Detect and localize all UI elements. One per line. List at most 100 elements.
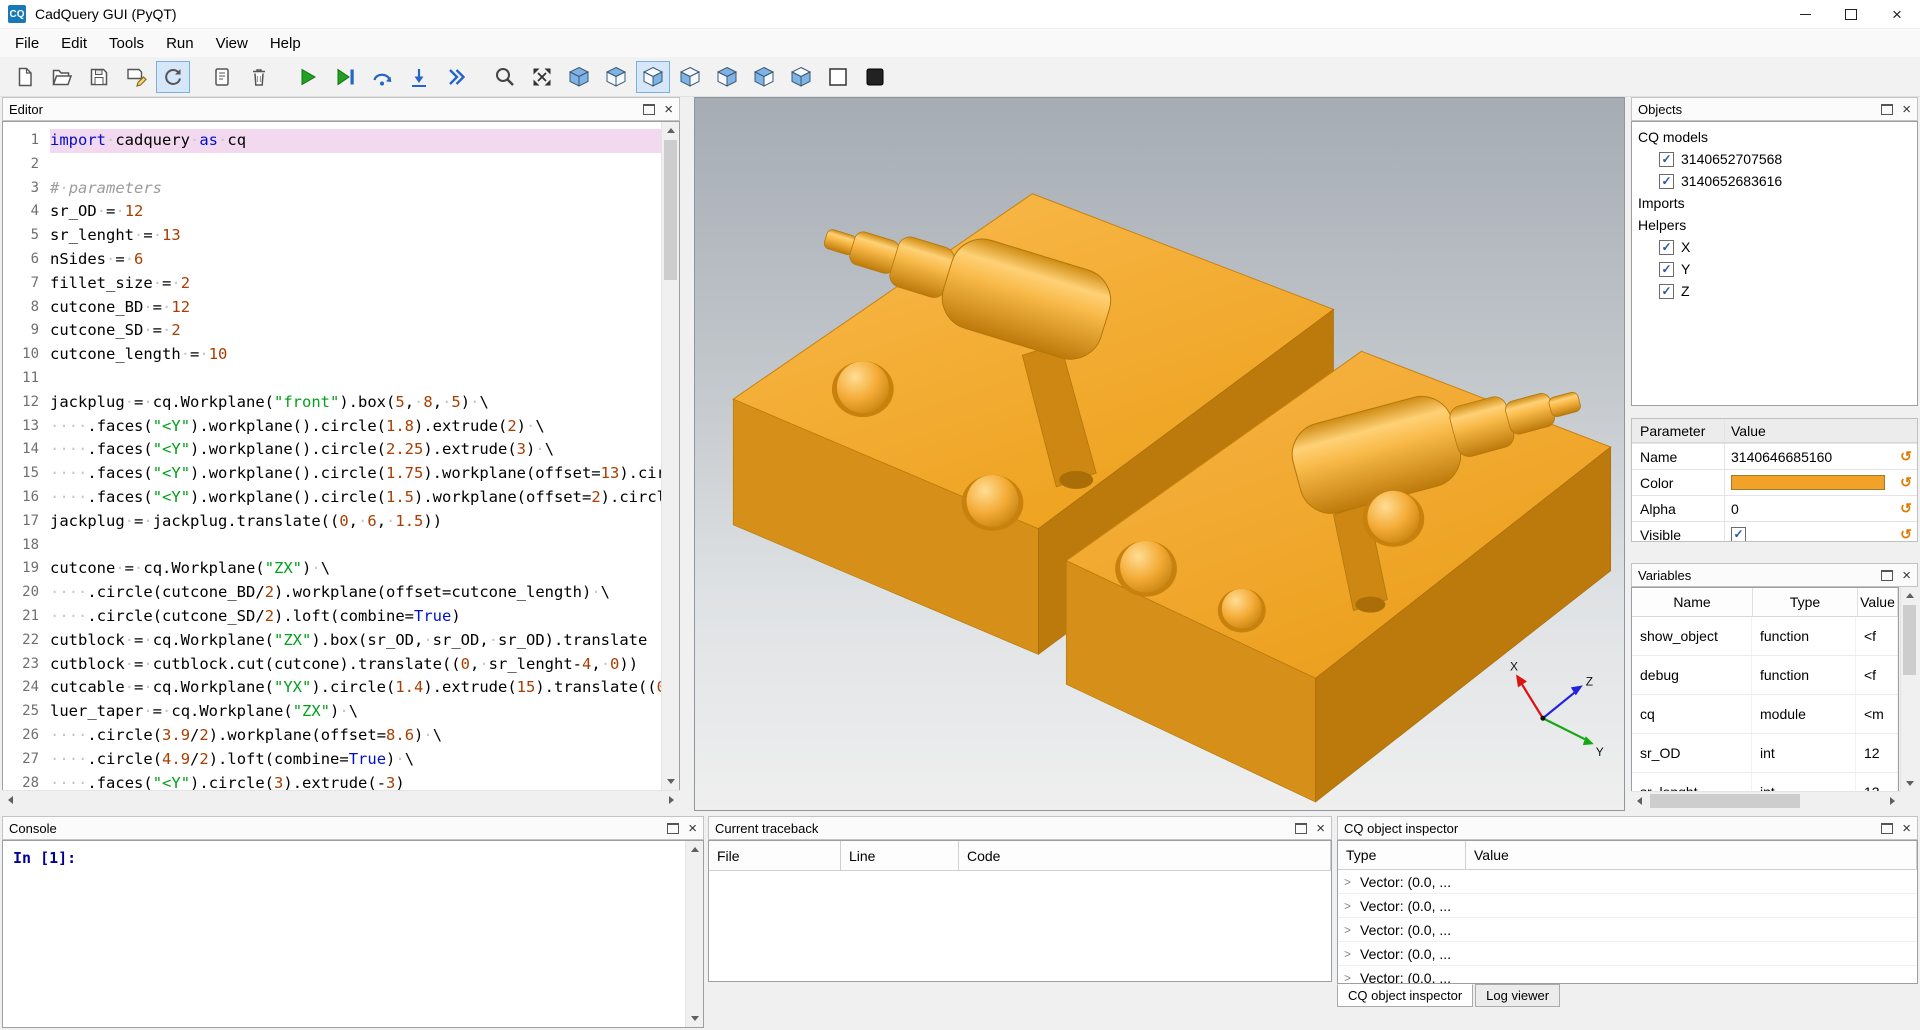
variable-row-debug[interactable]: debugfunction<f [1632, 656, 1898, 695]
code-line[interactable]: 13····.faces("<Y").workplane().circle(1.… [3, 415, 662, 439]
zoom-button[interactable] [488, 61, 522, 93]
view-front-button[interactable] [673, 61, 707, 93]
reset-property-icon[interactable] [1895, 522, 1917, 542]
tree-item-3140652707568[interactable]: 3140652707568 [1632, 148, 1917, 170]
inspector-table-header[interactable]: TypeValue [1338, 841, 1917, 870]
menu-help[interactable]: Help [259, 31, 312, 56]
reset-property-icon[interactable] [1895, 496, 1917, 521]
tree-item-3140652683616[interactable]: 3140652683616 [1632, 170, 1917, 192]
code-line[interactable]: 18 [3, 534, 662, 558]
code-line[interactable]: 16····.faces("<Y").workplane().circle(1.… [3, 486, 662, 510]
checkbox[interactable] [1659, 240, 1674, 255]
tree-item-y[interactable]: Y [1632, 258, 1917, 280]
close-panel-icon[interactable] [1902, 102, 1911, 117]
property-value[interactable]: 0 [1725, 496, 1895, 521]
variable-row-sr_OD[interactable]: sr_ODint12 [1632, 734, 1898, 773]
minimize-button[interactable] [1782, 0, 1828, 29]
scroll-down-arrow[interactable] [686, 1010, 703, 1027]
variables-vertical-scrollbar[interactable] [1900, 587, 1918, 792]
fit-view-button[interactable] [525, 61, 559, 93]
objects-tree[interactable]: CQ models31406527075683140652683616Impor… [1631, 121, 1918, 406]
code-editor[interactable]: 1import·cadquery·as·cq23#·parameters4sr_… [2, 121, 680, 791]
float-panel-icon[interactable] [1295, 823, 1307, 834]
debug-run-button[interactable] [328, 61, 362, 93]
code-line[interactable]: 3#·parameters [3, 177, 662, 201]
console-vertical-scrollbar[interactable] [685, 841, 703, 1027]
scroll-down-arrow[interactable] [662, 773, 679, 790]
shaded-button[interactable] [858, 61, 892, 93]
inspector-row[interactable]: Vector: (0.0, ... [1338, 918, 1917, 942]
code-line[interactable]: 12jackplug·=·cq.Workplane("front").box(5… [3, 391, 662, 415]
open-file-button[interactable] [45, 61, 79, 93]
delete-button[interactable] [242, 61, 276, 93]
view-top-button[interactable] [599, 61, 633, 93]
step-into-button[interactable] [402, 61, 436, 93]
clear-button[interactable] [205, 61, 239, 93]
scroll-left-arrow[interactable] [2, 791, 19, 808]
wireframe-button[interactable] [821, 61, 855, 93]
inspector-column-type[interactable]: Type [1338, 841, 1466, 869]
code-line[interactable]: 25luer_taper·=·cq.Workplane("ZX")·\ [3, 700, 662, 724]
property-row-name[interactable]: Name3140646685160 [1632, 443, 1917, 469]
properties-table[interactable]: ParameterValueName3140646685160ColorAlph… [1631, 418, 1918, 542]
traceback-column-file[interactable]: File [709, 841, 841, 870]
code-line[interactable]: 10cutcone_length·=·10 [3, 343, 662, 367]
expand-chevron-icon[interactable] [1344, 875, 1360, 889]
float-panel-icon[interactable] [643, 104, 655, 115]
checkbox[interactable] [1659, 174, 1674, 189]
reset-property-icon[interactable] [1895, 444, 1917, 469]
inspector-rows[interactable]: Vector: (0.0, ...Vector: (0.0, ...Vector… [1338, 870, 1917, 984]
variables-horizontal-scrollbar[interactable] [1631, 791, 1901, 810]
code-line[interactable]: 15····.faces("<Y").workplane().circle(1.… [3, 462, 662, 486]
close-panel-icon[interactable] [664, 102, 673, 117]
property-value[interactable] [1725, 522, 1895, 542]
code-line[interactable]: 4sr_OD·=·12 [3, 200, 662, 224]
tree-item-z[interactable]: Z [1632, 280, 1917, 302]
code-line[interactable]: 11 [3, 367, 662, 391]
float-panel-icon[interactable] [667, 823, 679, 834]
code-line[interactable]: 20····.circle(cutcone_BD/2).workplane(of… [3, 581, 662, 605]
inspector-row[interactable]: Vector: (0.0, ... [1338, 966, 1917, 984]
maximize-button[interactable] [1828, 0, 1874, 29]
tree-item-imports[interactable]: Imports [1632, 192, 1917, 214]
view-left-button[interactable] [747, 61, 781, 93]
scroll-down-arrow[interactable] [1901, 775, 1918, 792]
variable-row-cq[interactable]: cqmodule<m [1632, 695, 1898, 734]
close-panel-icon[interactable] [1316, 821, 1325, 836]
title-bar[interactable]: CQ CadQuery GUI (PyQT) [0, 0, 1920, 29]
tab-log-viewer[interactable]: Log viewer [1475, 984, 1560, 1007]
code-line[interactable]: 27····.circle(4.9/2).loft(combine=True)·… [3, 748, 662, 772]
tree-item-x[interactable]: X [1632, 236, 1917, 258]
scroll-up-arrow[interactable] [662, 122, 679, 139]
run-button[interactable] [291, 61, 325, 93]
save-as-button[interactable] [119, 61, 153, 93]
tree-item-cq-models[interactable]: CQ models [1632, 126, 1917, 148]
scroll-right-arrow[interactable] [1884, 792, 1901, 809]
variables-table[interactable]: NameTypeValueshow_objectfunction<fdebugf… [1631, 587, 1899, 792]
code-line[interactable]: 22cutblock·=·cq.Workplane("ZX").box(sr_O… [3, 629, 662, 653]
code-line[interactable]: 1import·cadquery·as·cq [3, 129, 662, 153]
view-bottom-button[interactable] [784, 61, 818, 93]
scroll-right-arrow[interactable] [663, 791, 680, 808]
code-line[interactable]: 14····.faces("<Y").workplane().circle(2.… [3, 438, 662, 462]
menu-edit[interactable]: Edit [50, 31, 98, 56]
code-line[interactable]: 26····.circle(3.9/2).workplane(offset=8.… [3, 724, 662, 748]
traceback-column-code[interactable]: Code [959, 841, 1331, 870]
checkbox[interactable] [1731, 527, 1746, 542]
code-line[interactable]: 19cutcone·=·cq.Workplane("ZX")·\ [3, 557, 662, 581]
tree-item-helpers[interactable]: Helpers [1632, 214, 1917, 236]
variable-row-sr_lenght[interactable]: sr_lenghtint13 [1632, 773, 1898, 792]
variable-row-show_object[interactable]: show_objectfunction<f [1632, 617, 1898, 656]
new-file-button[interactable] [8, 61, 42, 93]
checkbox[interactable] [1659, 284, 1674, 299]
menu-file[interactable]: File [4, 31, 50, 56]
step-out-button[interactable] [439, 61, 473, 93]
scrollbar-thumb[interactable] [664, 140, 677, 280]
scrollbar-thumb[interactable] [1903, 605, 1916, 675]
reset-property-icon[interactable] [1895, 470, 1917, 495]
checkbox[interactable] [1659, 262, 1674, 277]
property-value[interactable]: 3140646685160 [1725, 444, 1895, 469]
property-row-color[interactable]: Color [1632, 469, 1917, 495]
tab-cq-object-inspector[interactable]: CQ object inspector [1337, 984, 1473, 1007]
code-line[interactable]: 8cutcone_BD·=·12 [3, 296, 662, 320]
